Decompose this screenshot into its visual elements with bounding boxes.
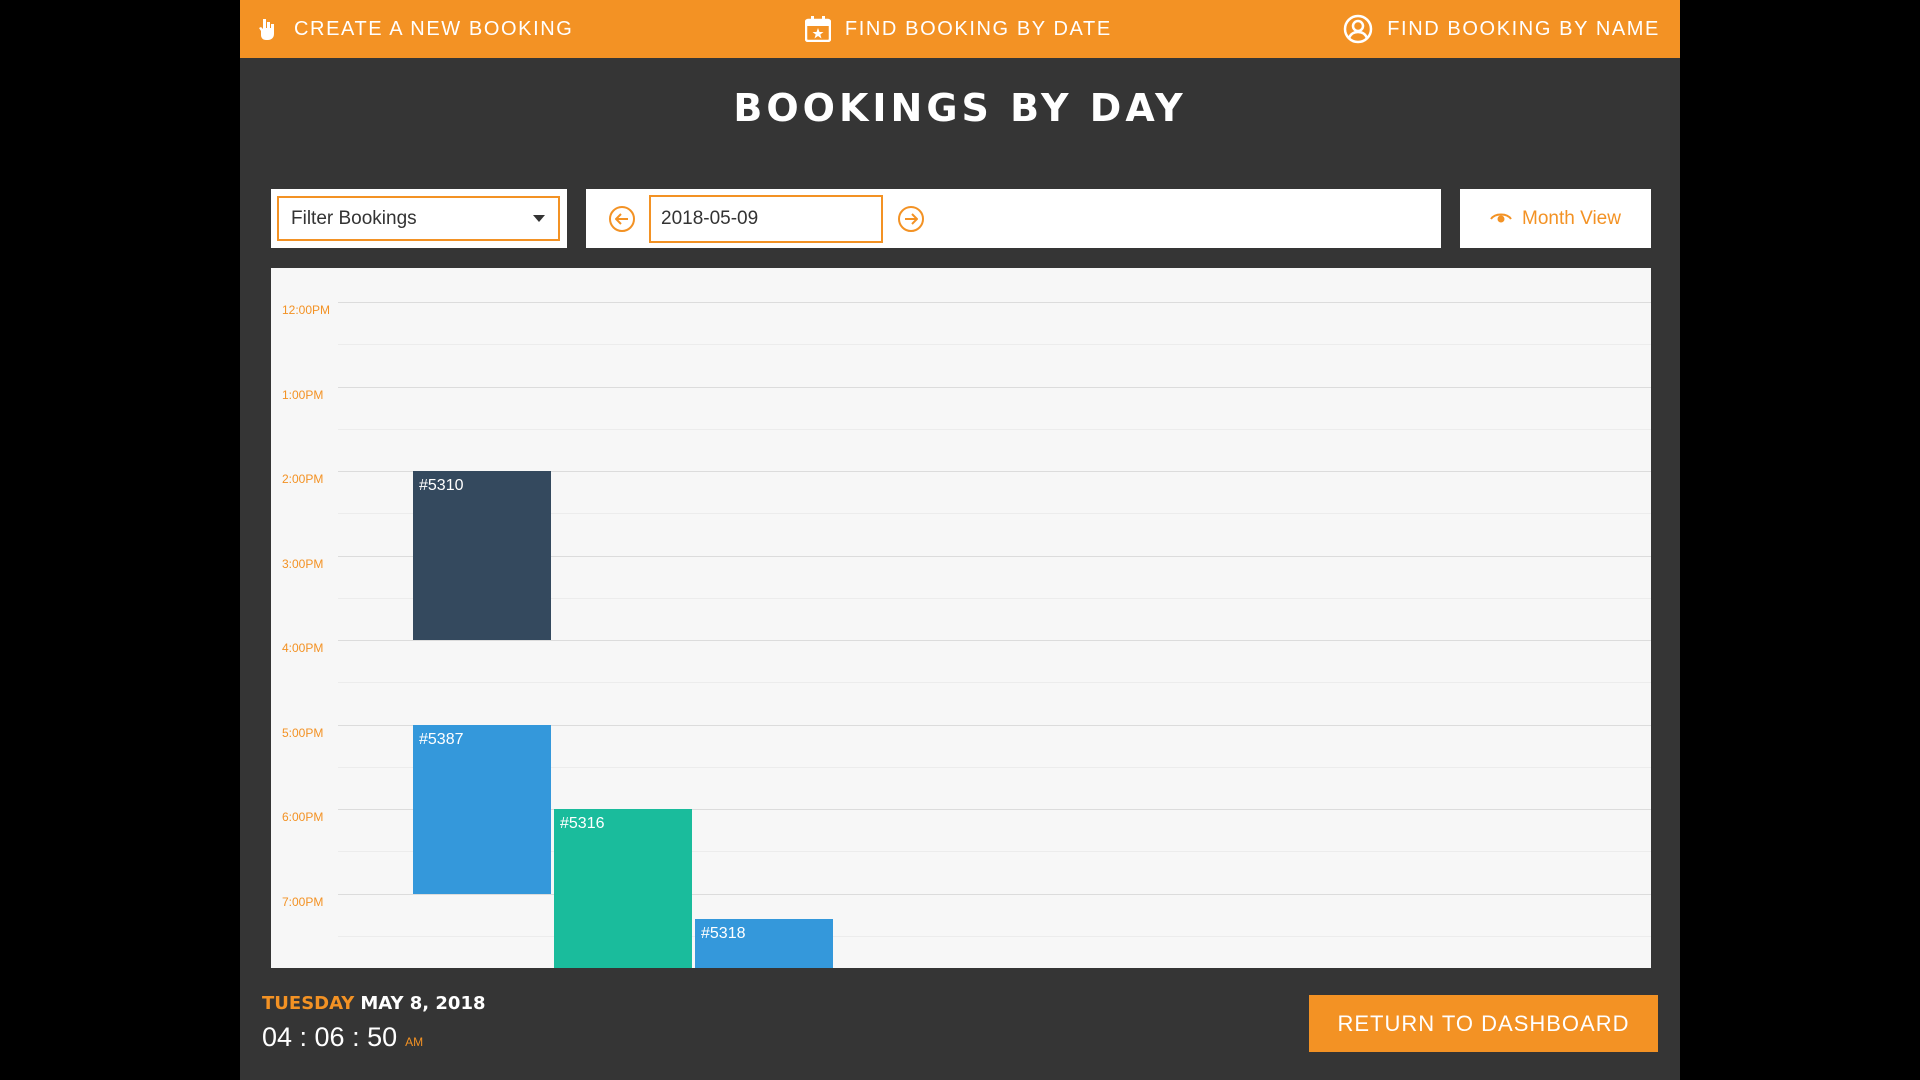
create-booking-link[interactable]: CREATE A NEW BOOKING (258, 16, 573, 42)
current-date: TUESDAY MAY 8, 2018 (262, 993, 486, 1014)
hour-label: 2:00PM (282, 472, 324, 486)
current-time: 04 : 06 : 50 AM (262, 1022, 423, 1053)
hour-label: 1:00PM (282, 387, 324, 402)
month-view-label: Month View (1522, 207, 1621, 229)
hour-gridline (338, 386, 1651, 388)
find-by-date-link[interactable]: FIND BOOKING BY DATE (804, 16, 1112, 42)
app-window: CREATE A NEW BOOKING FIND BOOKING BY DAT… (240, 0, 1680, 1080)
half-hour-gridline (338, 344, 1651, 346)
current-date-text: MAY 8, 2018 (360, 993, 486, 1014)
ampm-indicator: AM (405, 1035, 424, 1049)
booking-block[interactable]: #5318 (695, 918, 833, 968)
half-hour-gridline (338, 682, 1651, 684)
hour-label: 4:00PM (282, 641, 324, 655)
hour-label: 7:00PM (282, 894, 324, 909)
month-view-button[interactable]: Month View (1460, 189, 1651, 248)
hour-gridline (338, 640, 1651, 641)
hour-label: 3:00PM (282, 556, 324, 571)
calendar-icon (804, 16, 831, 42)
date-navigation-panel (586, 189, 1441, 248)
hour-gridline (338, 893, 1651, 895)
find-by-name-link[interactable]: FIND BOOKING BY NAME (1343, 14, 1660, 44)
hour-label: 6:00PM (282, 810, 324, 824)
current-time-text: 04 : 06 : 50 (262, 1022, 398, 1052)
user-icon (1343, 14, 1373, 44)
page-title: BOOKINGS BY DAY (733, 86, 1187, 130)
hour-label: 5:00PM (282, 725, 324, 740)
hand-icon (259, 19, 274, 40)
previous-day-button[interactable] (609, 206, 635, 232)
filter-panel: Filter Bookings (271, 189, 567, 248)
hour-label: 12:00PM (282, 303, 331, 317)
half-hour-gridline (338, 428, 1651, 430)
return-to-dashboard-button[interactable]: RETURN TO DASHBOARD (1309, 995, 1658, 1052)
create-booking-label: CREATE A NEW BOOKING (294, 17, 574, 40)
date-input[interactable] (649, 195, 883, 243)
eye-icon (1490, 213, 1512, 222)
arrow-left-icon (615, 213, 628, 225)
booking-block[interactable]: #5387 (413, 724, 551, 894)
filter-dropdown[interactable]: Filter Bookings (277, 196, 560, 241)
arrow-right-icon (905, 213, 918, 225)
next-day-button[interactable] (898, 206, 924, 232)
hour-gridline (338, 302, 1651, 303)
current-day-name: TUESDAY (262, 993, 355, 1014)
find-by-date-label: FIND BOOKING BY DATE (844, 17, 1112, 40)
day-calendar[interactable]: 12:00PM 1:00PM 2:00PM 3:00PM 4:00PM 5:00PM 6:0… (271, 268, 1651, 968)
top-navigation: CREATE A NEW BOOKING FIND BOOKING BY DAT… (240, 0, 1680, 58)
booking-block[interactable]: #5310 (413, 471, 551, 640)
find-by-name-label: FIND BOOKING BY NAME (1387, 17, 1660, 40)
half-hour-gridline (338, 935, 1651, 937)
filter-dropdown-value: Filter Bookings (291, 207, 417, 229)
booking-block[interactable]: #5316 (554, 809, 692, 968)
caret-down-icon (533, 215, 545, 222)
